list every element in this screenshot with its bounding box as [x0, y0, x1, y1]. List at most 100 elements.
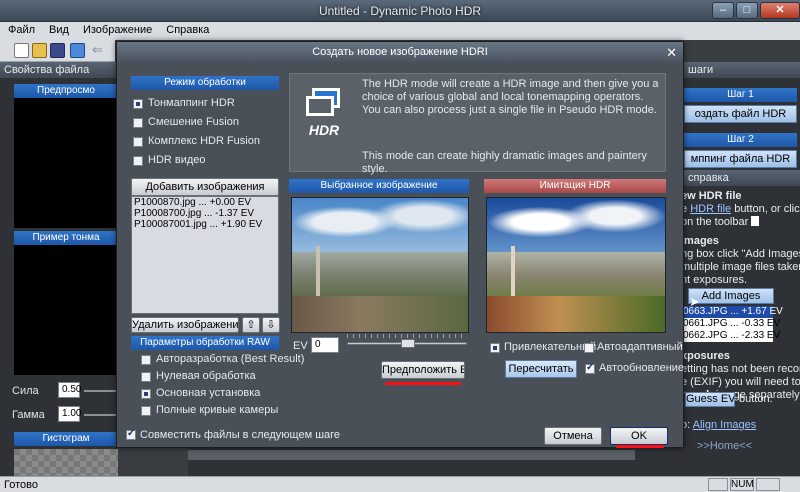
align-images-link[interactable]: Align Images	[693, 419, 757, 431]
raw-radio-basic[interactable]	[141, 389, 151, 399]
raw-label-basic: Основная установка	[156, 387, 261, 399]
raw-label-auto: Авторазработка (Best Result)	[156, 353, 305, 365]
raw-label-zero: Нулевая обработка	[156, 370, 256, 382]
steps-header: шаги	[684, 62, 800, 78]
help-new-hdr-title: ew HDR file	[681, 190, 742, 202]
autoadaptive-checkbox[interactable]	[584, 343, 594, 353]
hdr-imitation-preview	[486, 197, 666, 333]
help-exp-line4: button.	[739, 393, 773, 405]
window-title: Untitled - Dynamic Photo HDR	[318, 4, 482, 18]
help-images-title: images	[681, 235, 719, 247]
hdr-logo-icon: HDR	[302, 88, 346, 146]
ev-input[interactable]: 0	[311, 337, 339, 353]
back-arrow-icon[interactable]: ⇐	[92, 43, 107, 58]
help-ev-item: 0662.JPG ... -2.33 EV	[683, 330, 781, 341]
selected-image-preview	[291, 197, 469, 333]
strength-input[interactable]: 0.50	[58, 382, 81, 398]
mode-radio-tonemapping[interactable]	[133, 99, 143, 109]
hdr-wizard-icon[interactable]	[70, 43, 85, 58]
mode-label-tonemapping: Тонмаппинг HDR	[148, 97, 235, 109]
mode-radio-fusion[interactable]	[133, 118, 143, 128]
status-text: Готово	[4, 479, 38, 491]
ok-button[interactable]: OK	[610, 427, 668, 445]
dialog-close-button[interactable]: ✕	[666, 45, 677, 61]
preview-area	[14, 98, 118, 228]
num-lock-indicator: NUM	[730, 478, 754, 491]
list-item[interactable]: P10008700.jpg ... -1.37 EV	[132, 208, 278, 219]
raw-label-full-curves: Полные кривые камеры	[156, 404, 279, 416]
raw-header: Параметры обработки RAW	[131, 336, 279, 350]
step2-label: Шаг 2	[684, 133, 797, 147]
autoupdate-checkbox[interactable]	[585, 362, 595, 374]
mode-info-text: The HDR mode will create a HDR image and…	[362, 78, 659, 116]
recalculate-button[interactable]: Пересчитать	[505, 360, 577, 378]
help-images-line2: multiple image files taken	[681, 261, 800, 273]
menu-view[interactable]: Вид	[41, 22, 75, 36]
help-exposures-title: xposures	[681, 350, 730, 362]
open-folder-icon[interactable]	[32, 43, 47, 58]
help-line3: on the toolbar	[681, 216, 760, 229]
help-ev-item: 0663.JPG ... +1.67 EV	[681, 306, 783, 318]
highlight-underline	[616, 445, 664, 448]
ev-slider-thumb[interactable]	[401, 339, 415, 348]
ev-slider[interactable]	[347, 334, 467, 350]
help-ev-list: 0663.JPG ... +1.67 EV 0661.JPG ... -0.33…	[681, 306, 783, 342]
new-file-icon	[751, 216, 760, 226]
help-images-line3: nt exposures.	[681, 274, 748, 286]
tonemapping-hdr-button[interactable]: мппинг файла HDR	[684, 150, 797, 168]
menu-image[interactable]: Изображение	[75, 22, 158, 36]
histogram-area	[14, 449, 118, 476]
tonemap-example-area	[14, 245, 118, 375]
gamma-label: Гамма	[12, 409, 45, 421]
raw-radio-full-curves[interactable]	[141, 406, 151, 416]
cancel-button[interactable]: Отмена	[544, 427, 602, 445]
gamma-slider[interactable]	[84, 414, 118, 416]
mode-info-text2: This mode can create highly dramatic ima…	[362, 150, 647, 175]
create-hdr-dialog: Создать новое изображение HDRI ✕ Режим о…	[116, 41, 684, 448]
move-down-icon[interactable]: ⇩	[262, 317, 280, 333]
ev-label: EV	[293, 340, 308, 352]
step1-label: Шаг 1	[684, 88, 797, 102]
align-files-checkbox[interactable]	[126, 428, 136, 440]
guess-ev-button[interactable]: Предположить EV	[381, 361, 465, 379]
workspace-scrollbar[interactable]	[188, 450, 635, 460]
status-indicator-blank	[708, 478, 728, 491]
image-file-list[interactable]: P1000870.jpg ... +0.00 EV P10008700.jpg …	[131, 196, 279, 314]
attractive-radio[interactable]	[490, 343, 500, 353]
menu-file[interactable]: Файл	[0, 22, 41, 36]
list-item[interactable]: P100087001.jpg ... +1.90 EV	[132, 219, 278, 230]
minimize-button[interactable]: –	[712, 2, 734, 19]
move-up-icon[interactable]: ⇧	[242, 317, 260, 333]
help-align-line: o: Align Images	[681, 419, 757, 431]
help-add-images-button[interactable]: Add Images	[688, 288, 774, 304]
file-properties-panel: Свойства файла Предпросмо Пример тонма С…	[0, 62, 118, 476]
mode-header: Режим обработки	[131, 76, 279, 90]
highlight-underline	[385, 382, 461, 385]
hdr-logo-text: HDR	[308, 122, 340, 138]
hdr-file-link[interactable]: HDR file	[690, 203, 731, 215]
autoadaptive-label: Автоадаптивный	[597, 341, 683, 353]
save-icon[interactable]	[50, 43, 65, 58]
gamma-input[interactable]: 1.00	[58, 406, 81, 422]
raw-radio-zero[interactable]	[141, 372, 151, 382]
list-item[interactable]: P1000870.jpg ... +0.00 EV	[132, 197, 278, 208]
create-hdr-file-button[interactable]: оздать файл HDR	[684, 105, 797, 123]
raw-radio-auto[interactable]	[141, 355, 151, 365]
help-ev-item: 0661.JPG ... -0.33 EV	[683, 318, 781, 329]
remove-image-button[interactable]: Удалить изображение	[131, 317, 239, 333]
home-link[interactable]: >>Home<<	[697, 440, 752, 453]
help-exp-line2: e (EXIF) you will need to	[681, 376, 800, 388]
align-files-label: Совместить файлы в следующем шаге	[140, 429, 341, 441]
close-window-button[interactable]: ✕	[760, 2, 800, 19]
mode-label-complex: Комплекс HDR Fusion	[148, 135, 260, 147]
new-file-icon[interactable]	[14, 43, 29, 58]
mode-radio-complex[interactable]	[133, 137, 143, 147]
mode-radio-hdr-video[interactable]	[133, 156, 143, 166]
maximize-button[interactable]: □	[736, 2, 758, 19]
strength-slider[interactable]	[84, 390, 118, 392]
add-images-button[interactable]: Добавить изображения	[131, 178, 279, 196]
preview-label: Предпросмо	[14, 84, 118, 98]
menu-help[interactable]: Справка	[158, 22, 215, 36]
help-guess-ev-button[interactable]: Guess EV	[685, 392, 735, 407]
help-exp-line1: etting has not been recorded	[681, 363, 800, 375]
